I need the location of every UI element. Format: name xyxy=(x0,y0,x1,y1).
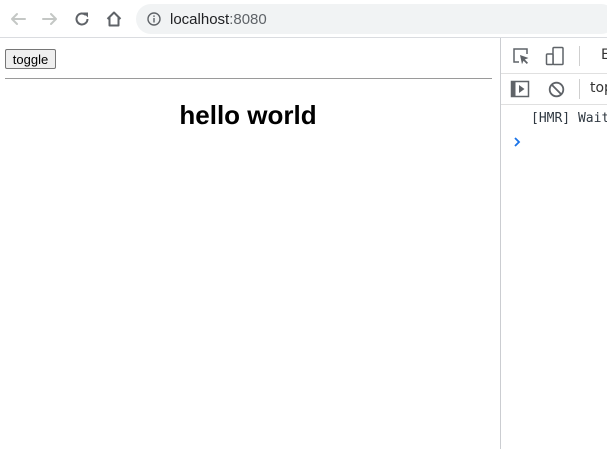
forward-arrow-icon xyxy=(42,13,57,25)
devtools-panel: E top [HMR] Wait xyxy=(500,38,607,449)
url-port: :8080 xyxy=(229,11,267,28)
sidebar-toggle-icon[interactable] xyxy=(510,80,530,98)
clear-console-icon[interactable] xyxy=(548,81,565,98)
address-bar[interactable]: localhost:8080 xyxy=(136,4,607,34)
page-heading: hello world xyxy=(179,100,317,130)
device-toolbar-icon[interactable] xyxy=(545,46,565,66)
toggle-button[interactable]: toggle xyxy=(5,49,56,69)
site-info-icon[interactable] xyxy=(147,12,161,26)
page-viewport: toggle hello world xyxy=(0,38,500,449)
home-button[interactable] xyxy=(101,6,127,32)
horizontal-rule xyxy=(5,78,492,79)
toolbar-separator xyxy=(579,46,580,66)
devtools-panel-tab[interactable]: E xyxy=(601,47,607,63)
reload-icon xyxy=(75,12,89,26)
address-url[interactable]: localhost:8080 xyxy=(170,11,267,28)
console-toolbar: top xyxy=(501,74,607,105)
forward-button[interactable] xyxy=(37,6,63,32)
context-selector[interactable]: top xyxy=(590,80,607,96)
toolbar-separator xyxy=(579,79,580,99)
console-prompt-icon[interactable] xyxy=(512,136,522,148)
inspect-element-icon[interactable] xyxy=(512,47,530,65)
devtools-tab-bar: E xyxy=(501,38,607,74)
home-icon xyxy=(106,11,122,27)
console-message: [HMR] Wait xyxy=(531,111,607,126)
browser-toolbar: localhost:8080 xyxy=(0,0,607,38)
back-arrow-icon xyxy=(11,13,26,25)
reload-button[interactable] xyxy=(69,6,95,32)
back-button[interactable] xyxy=(5,6,31,32)
url-host: localhost xyxy=(170,11,230,28)
